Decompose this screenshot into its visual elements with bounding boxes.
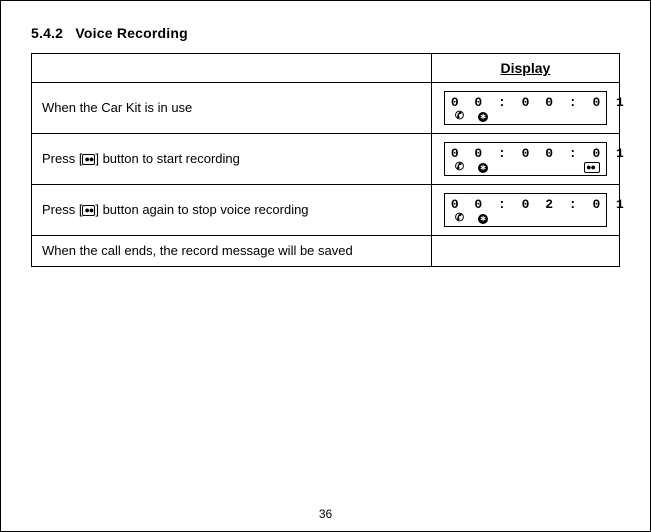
bluetooth-icon bbox=[478, 163, 488, 173]
instruction-suffix: ] button to start recording bbox=[95, 151, 240, 166]
section-heading: 5.4.2 Voice Recording bbox=[31, 25, 620, 41]
page-number: 36 bbox=[1, 507, 650, 521]
instruction-cell: Press [ ] button to start recording bbox=[32, 134, 432, 185]
record-button-icon bbox=[82, 154, 95, 165]
instruction-cell: When the Car Kit is in use bbox=[32, 83, 432, 134]
section-title-text: Voice Recording bbox=[75, 25, 187, 41]
instruction-prefix: Press [ bbox=[42, 151, 82, 166]
instruction-prefix: Press [ bbox=[42, 202, 82, 217]
table-header-display: Display bbox=[431, 54, 619, 83]
lcd-time: 0 0 : 0 0 : 0 1 bbox=[451, 95, 600, 110]
voice-recording-table: Display When the Car Kit is in use 0 0 :… bbox=[31, 53, 620, 267]
table-row: When the call ends, the record message w… bbox=[32, 236, 620, 267]
display-cell: 0 0 : 0 2 : 0 1 bbox=[431, 185, 619, 236]
record-button-icon bbox=[82, 205, 95, 216]
lcd-time: 0 0 : 0 2 : 0 1 bbox=[451, 197, 600, 212]
bluetooth-icon bbox=[478, 214, 488, 224]
display-cell: 0 0 : 0 0 : 0 1 bbox=[431, 134, 619, 185]
section-number: 5.4.2 bbox=[31, 25, 63, 41]
table-row: Press [ ] button to start recording 0 0 :… bbox=[32, 134, 620, 185]
table-row: Press [ ] button again to stop voice reco… bbox=[32, 185, 620, 236]
lcd-icon-row bbox=[451, 110, 600, 122]
instruction-cell: When the call ends, the record message w… bbox=[32, 236, 432, 267]
instruction-text: When the call ends, the record message w… bbox=[42, 243, 353, 258]
manual-page: 5.4.2 Voice Recording Display When the C… bbox=[0, 0, 651, 532]
table-row: When the Car Kit is in use 0 0 : 0 0 : 0… bbox=[32, 83, 620, 134]
tape-icon bbox=[584, 162, 600, 173]
lcd-icon-row bbox=[451, 212, 600, 224]
call-icon bbox=[455, 213, 464, 224]
table-header-row: Display bbox=[32, 54, 620, 83]
instruction-cell: Press [ ] button again to stop voice reco… bbox=[32, 185, 432, 236]
lcd-display: 0 0 : 0 2 : 0 1 bbox=[444, 193, 607, 227]
lcd-display: 0 0 : 0 0 : 0 1 bbox=[444, 142, 607, 176]
lcd-icon-row bbox=[451, 161, 600, 173]
bluetooth-icon bbox=[478, 112, 488, 122]
instruction-text: When the Car Kit is in use bbox=[42, 100, 192, 115]
call-icon bbox=[455, 111, 464, 122]
call-icon bbox=[455, 162, 464, 173]
instruction-suffix: ] button again to stop voice recording bbox=[95, 202, 308, 217]
display-cell bbox=[431, 236, 619, 267]
table-header-empty bbox=[32, 54, 432, 83]
lcd-time: 0 0 : 0 0 : 0 1 bbox=[451, 146, 600, 161]
display-cell: 0 0 : 0 0 : 0 1 bbox=[431, 83, 619, 134]
lcd-display: 0 0 : 0 0 : 0 1 bbox=[444, 91, 607, 125]
